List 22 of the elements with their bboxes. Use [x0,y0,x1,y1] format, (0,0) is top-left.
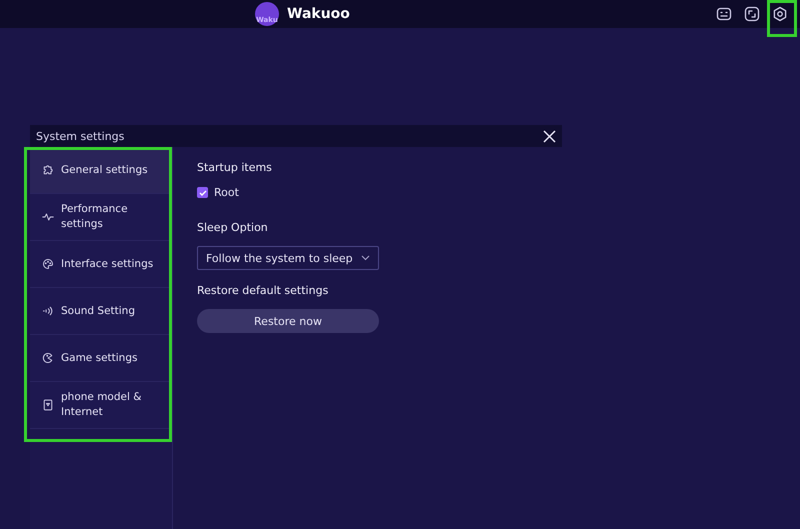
section-heading: Startup items [197,161,272,174]
dialog-title: System settings [36,130,124,142]
section-heading: Sleep Option [197,221,268,234]
section-heading: Restore default settings [197,284,328,297]
puzzle-icon [42,164,54,176]
screen-rotate-icon[interactable] [744,6,760,22]
highlight-frame [767,0,797,37]
pulse-icon [42,211,54,223]
app-title: Wakuoo [287,6,350,22]
close-icon[interactable] [543,130,556,142]
palette-icon [42,258,54,270]
checkbox[interactable] [197,187,208,198]
sound-wave-icon [42,305,54,317]
chevron-icon [361,255,370,261]
sleep-dropdown[interactable]: Follow the system to sleep [197,246,379,270]
pie-icon [42,352,54,364]
checkbox-label: Root [214,186,239,199]
keyboard-icon[interactable] [716,6,732,22]
phone-icon [42,399,54,411]
restore-button[interactable]: Restore now [197,309,379,333]
sidebar-item[interactable]: General settings [30,147,172,193]
settings-icon[interactable] [772,6,788,22]
